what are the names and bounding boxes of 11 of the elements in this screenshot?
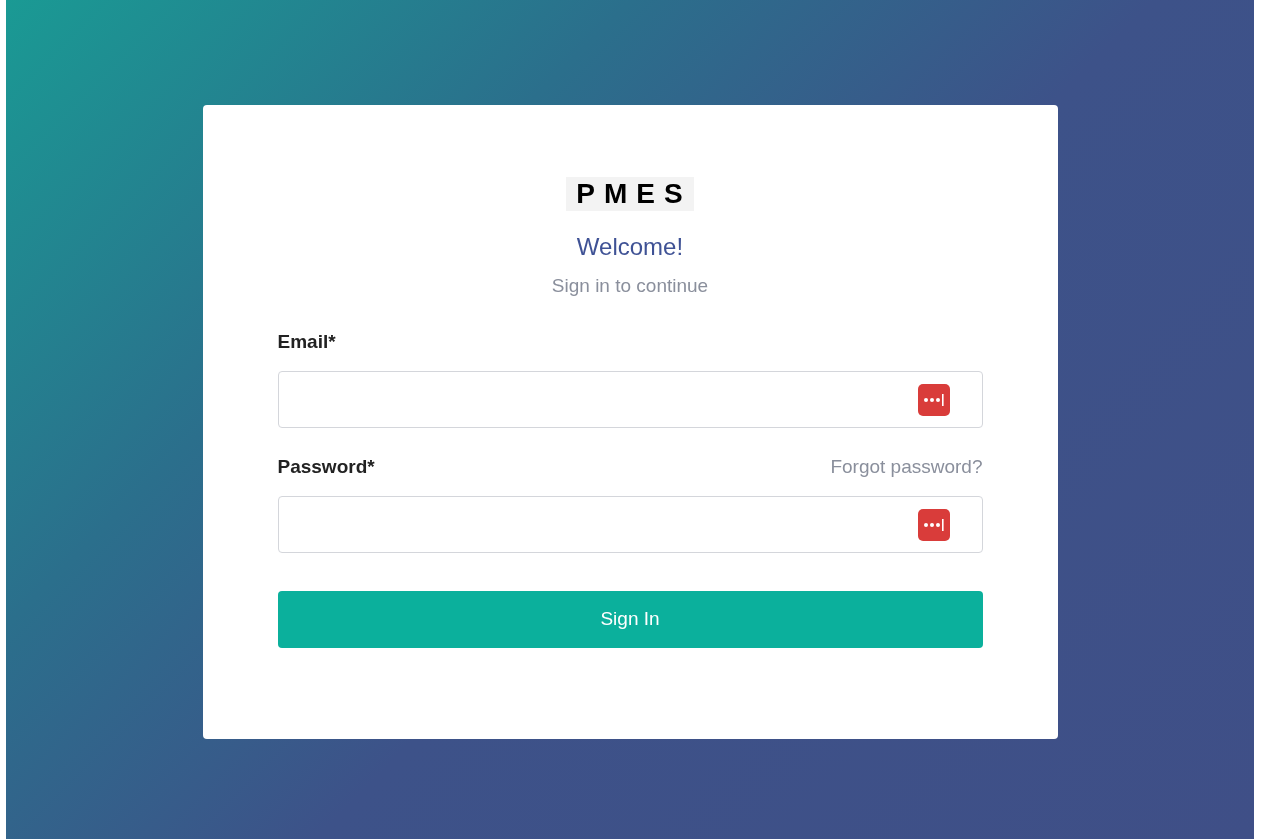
input-field[interactable] [277,496,983,553]
logo: PMES [566,177,694,211]
password-manager-icon[interactable] [917,383,950,416]
welcome-heading: Welcome! [575,232,685,262]
password-manager-icon[interactable] [917,508,950,541]
field-label: Password* [277,454,375,479]
subtitle: Sign in to continue [550,274,710,298]
sign-in-button[interactable]: Sign In [277,591,983,648]
field-label: Email* [277,329,336,354]
input-field[interactable] [277,371,983,428]
forgot-password-link[interactable]: Forgot password? [830,452,983,482]
